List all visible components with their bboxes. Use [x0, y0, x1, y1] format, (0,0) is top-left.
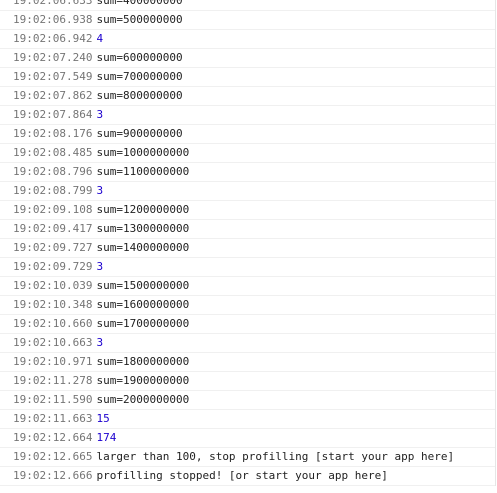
log-timestamp: 19:02:10.039	[13, 279, 93, 292]
console-row[interactable]: 19:02:10.348 sum=1600000000	[0, 296, 495, 315]
log-timestamp: 19:02:12.666	[13, 469, 93, 482]
log-message: sum=900000000	[96, 127, 183, 140]
console-row[interactable]: 19:02:08.176 sum=900000000	[0, 125, 495, 144]
log-timestamp: 19:02:08.485	[13, 146, 93, 159]
log-number: 3	[96, 260, 104, 273]
console-row[interactable]: 19:02:10.660 sum=1700000000	[0, 315, 495, 334]
log-timestamp: 19:02:06.633	[13, 0, 93, 7]
console-row[interactable]: 19:02:08.799 3	[0, 182, 495, 201]
log-timestamp: 19:02:10.663	[13, 336, 93, 349]
log-message: sum=1000000000	[96, 146, 190, 159]
console-row[interactable]: 19:02:09.727 sum=1400000000	[0, 239, 495, 258]
log-timestamp: 19:02:07.549	[13, 70, 93, 83]
console-row[interactable]: 19:02:08.485 sum=1000000000	[0, 144, 495, 163]
console-row[interactable]: 19:02:07.240 sum=600000000	[0, 49, 495, 68]
log-timestamp: 19:02:11.663	[13, 412, 93, 425]
console-row[interactable]: 19:02:07.549 sum=700000000	[0, 68, 495, 87]
log-message: sum=1300000000	[96, 222, 190, 235]
log-timestamp: 19:02:12.665	[13, 450, 93, 463]
log-timestamp: 19:02:09.729	[13, 260, 93, 273]
log-message: sum=2000000000	[96, 393, 190, 406]
log-timestamp: 19:02:06.942	[13, 32, 93, 45]
console-row[interactable]: 19:02:07.864 3	[0, 106, 495, 125]
log-timestamp: 19:02:08.799	[13, 184, 93, 197]
console-row[interactable]: 19:02:08.796 sum=1100000000	[0, 163, 495, 182]
log-timestamp: 19:02:07.864	[13, 108, 93, 121]
console-row[interactable]: 19:02:12.664 174	[0, 429, 495, 448]
log-message: sum=1200000000	[96, 203, 190, 216]
console-row[interactable]: 19:02:10.663 3	[0, 334, 495, 353]
log-timestamp: 19:02:07.862	[13, 89, 93, 102]
log-timestamp: 19:02:09.727	[13, 241, 93, 254]
log-timestamp: 19:02:10.660	[13, 317, 93, 330]
log-number: 3	[96, 184, 104, 197]
log-timestamp: 19:02:06.938	[13, 13, 93, 26]
log-number: 3	[96, 108, 104, 121]
console-row[interactable]: 19:02:11.590 sum=2000000000	[0, 391, 495, 410]
console-row[interactable]: 19:02:09.417 sum=1300000000	[0, 220, 495, 239]
log-message: profilling stopped! [or start your app h…	[96, 469, 388, 482]
log-number: 174	[96, 431, 117, 444]
log-timestamp: 19:02:07.240	[13, 51, 93, 64]
console-log[interactable]: 19:02:06.633 sum=400000000 19:02:06.938 sum…	[0, 0, 496, 486]
console-row[interactable]: 19:02:11.663 15	[0, 410, 495, 429]
console-row[interactable]: 19:02:09.108 sum=1200000000	[0, 201, 495, 220]
log-message: sum=1400000000	[96, 241, 190, 254]
log-timestamp: 19:02:11.590	[13, 393, 93, 406]
log-number: 15	[96, 412, 110, 425]
console-row[interactable]: 19:02:12.666 profilling stopped! [or star…	[0, 467, 495, 486]
console-row[interactable]: 19:02:11.278 sum=1900000000	[0, 372, 495, 391]
log-timestamp: 19:02:08.796	[13, 165, 93, 178]
log-timestamp: 19:02:12.664	[13, 431, 93, 444]
console-row[interactable]: 19:02:06.633 sum=400000000	[0, 0, 495, 11]
log-timestamp: 19:02:10.971	[13, 355, 93, 368]
console-row[interactable]: 19:02:07.862 sum=800000000	[0, 87, 495, 106]
log-message: sum=1700000000	[96, 317, 190, 330]
log-message: sum=600000000	[96, 51, 183, 64]
log-message: sum=500000000	[96, 13, 183, 26]
log-number: 4	[96, 32, 104, 45]
log-message: sum=1900000000	[96, 374, 190, 387]
log-timestamp: 19:02:08.176	[13, 127, 93, 140]
console-row[interactable]: 19:02:09.729 3	[0, 258, 495, 277]
log-message: sum=800000000	[96, 89, 183, 102]
log-message: larger than 100, stop profilling [start …	[96, 450, 455, 463]
log-timestamp: 19:02:11.278	[13, 374, 93, 387]
log-message: sum=1600000000	[96, 298, 190, 311]
log-message: sum=1100000000	[96, 165, 190, 178]
log-number: 3	[96, 336, 104, 349]
console-row[interactable]: 19:02:06.938 sum=500000000	[0, 11, 495, 30]
log-timestamp: 19:02:10.348	[13, 298, 93, 311]
log-message: sum=700000000	[96, 70, 183, 83]
console-row[interactable]: 19:02:10.971 sum=1800000000	[0, 353, 495, 372]
console-row[interactable]: 19:02:10.039 sum=1500000000	[0, 277, 495, 296]
log-message: sum=400000000	[96, 0, 183, 7]
log-timestamp: 19:02:09.417	[13, 222, 93, 235]
console-row[interactable]: 19:02:06.942 4	[0, 30, 495, 49]
log-message: sum=1800000000	[96, 355, 190, 368]
console-row[interactable]: 19:02:12.665 larger than 100, stop profil…	[0, 448, 495, 467]
log-message: sum=1500000000	[96, 279, 190, 292]
log-timestamp: 19:02:09.108	[13, 203, 93, 216]
